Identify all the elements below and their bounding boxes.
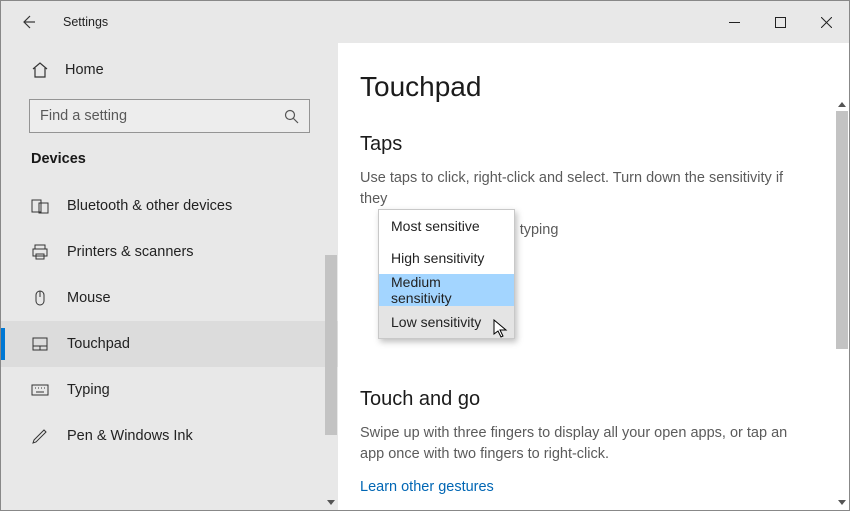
- maximize-button[interactable]: [757, 1, 803, 43]
- chevron-down-icon: [838, 500, 846, 506]
- sidebar-item-touchpad[interactable]: Touchpad: [1, 321, 338, 367]
- chevron-down-icon: [327, 500, 335, 506]
- home-icon: [31, 61, 49, 79]
- printer-icon: [31, 243, 49, 261]
- sidebar-item-printers[interactable]: Printers & scanners: [1, 229, 338, 275]
- back-arrow-icon: [20, 14, 36, 30]
- window-title: Settings: [63, 15, 108, 29]
- sidebar: Home Find a setting Devices Bluetooth & …: [1, 43, 338, 510]
- sidebar-item-mouse[interactable]: Mouse: [1, 275, 338, 321]
- page-title: Touchpad: [360, 71, 809, 103]
- mouse-icon: [31, 289, 49, 307]
- sensitivity-dropdown[interactable]: Most sensitive High sensitivity Medium s…: [378, 209, 515, 339]
- home-label: Home: [65, 62, 104, 78]
- search-icon: [284, 109, 299, 124]
- taps-title: Taps: [360, 133, 809, 156]
- minimize-button[interactable]: [711, 1, 757, 43]
- sidebar-item-label: Mouse: [67, 290, 111, 306]
- sidebar-scroll-down[interactable]: [325, 496, 337, 510]
- close-button[interactable]: [803, 1, 849, 43]
- sidebar-item-pen[interactable]: Pen & Windows Ink: [1, 413, 338, 459]
- close-icon: [821, 17, 832, 28]
- sidebar-item-label: Touchpad: [67, 336, 130, 352]
- home-button[interactable]: Home: [1, 51, 338, 89]
- minimize-icon: [729, 17, 740, 28]
- sidebar-scrollbar-thumb[interactable]: [325, 255, 337, 435]
- category-title: Devices: [1, 151, 338, 167]
- sidebar-item-label: Printers & scanners: [67, 244, 194, 260]
- nav-list: Bluetooth & other devices Printers & sca…: [1, 183, 338, 510]
- touchpad-icon: [31, 335, 49, 353]
- keyboard-icon: [31, 381, 49, 399]
- maximize-icon: [775, 17, 786, 28]
- content-scroll-down[interactable]: [836, 496, 848, 510]
- dropdown-option-medium-sensitivity[interactable]: Medium sensitivity: [379, 274, 514, 306]
- pen-icon: [31, 427, 49, 445]
- sidebar-item-label: Pen & Windows Ink: [67, 428, 193, 444]
- content-scrollbar-thumb[interactable]: [836, 111, 848, 349]
- touch-and-go-title: Touch and go: [360, 388, 809, 411]
- taps-desc-tail: 're typing: [500, 222, 809, 238]
- dropdown-option-low-sensitivity[interactable]: Low sensitivity: [379, 306, 514, 338]
- sidebar-item-typing[interactable]: Typing: [1, 367, 338, 413]
- window-controls: [711, 1, 849, 43]
- touch-and-go-section: Touch and go Swipe up with three fingers…: [360, 388, 809, 495]
- taps-desc: Use taps to click, right-click and selec…: [360, 168, 800, 210]
- chevron-up-icon: [838, 101, 846, 107]
- touch-and-go-desc: Swipe up with three fingers to display a…: [360, 423, 800, 465]
- dropdown-option-high-sensitivity[interactable]: High sensitivity: [379, 242, 514, 274]
- content-scroll-up[interactable]: [836, 97, 848, 111]
- back-button[interactable]: [15, 9, 41, 35]
- sidebar-item-label: Typing: [67, 382, 110, 398]
- bluetooth-devices-icon: [31, 197, 49, 215]
- search-input[interactable]: Find a setting: [29, 99, 310, 133]
- dropdown-option-most-sensitive[interactable]: Most sensitive: [379, 210, 514, 242]
- search-placeholder: Find a setting: [40, 108, 284, 124]
- learn-gestures-link[interactable]: Learn other gestures: [360, 479, 809, 495]
- sidebar-item-label: Bluetooth & other devices: [67, 198, 232, 214]
- sidebar-item-bluetooth[interactable]: Bluetooth & other devices: [1, 183, 338, 229]
- titlebar: Settings: [1, 1, 849, 43]
